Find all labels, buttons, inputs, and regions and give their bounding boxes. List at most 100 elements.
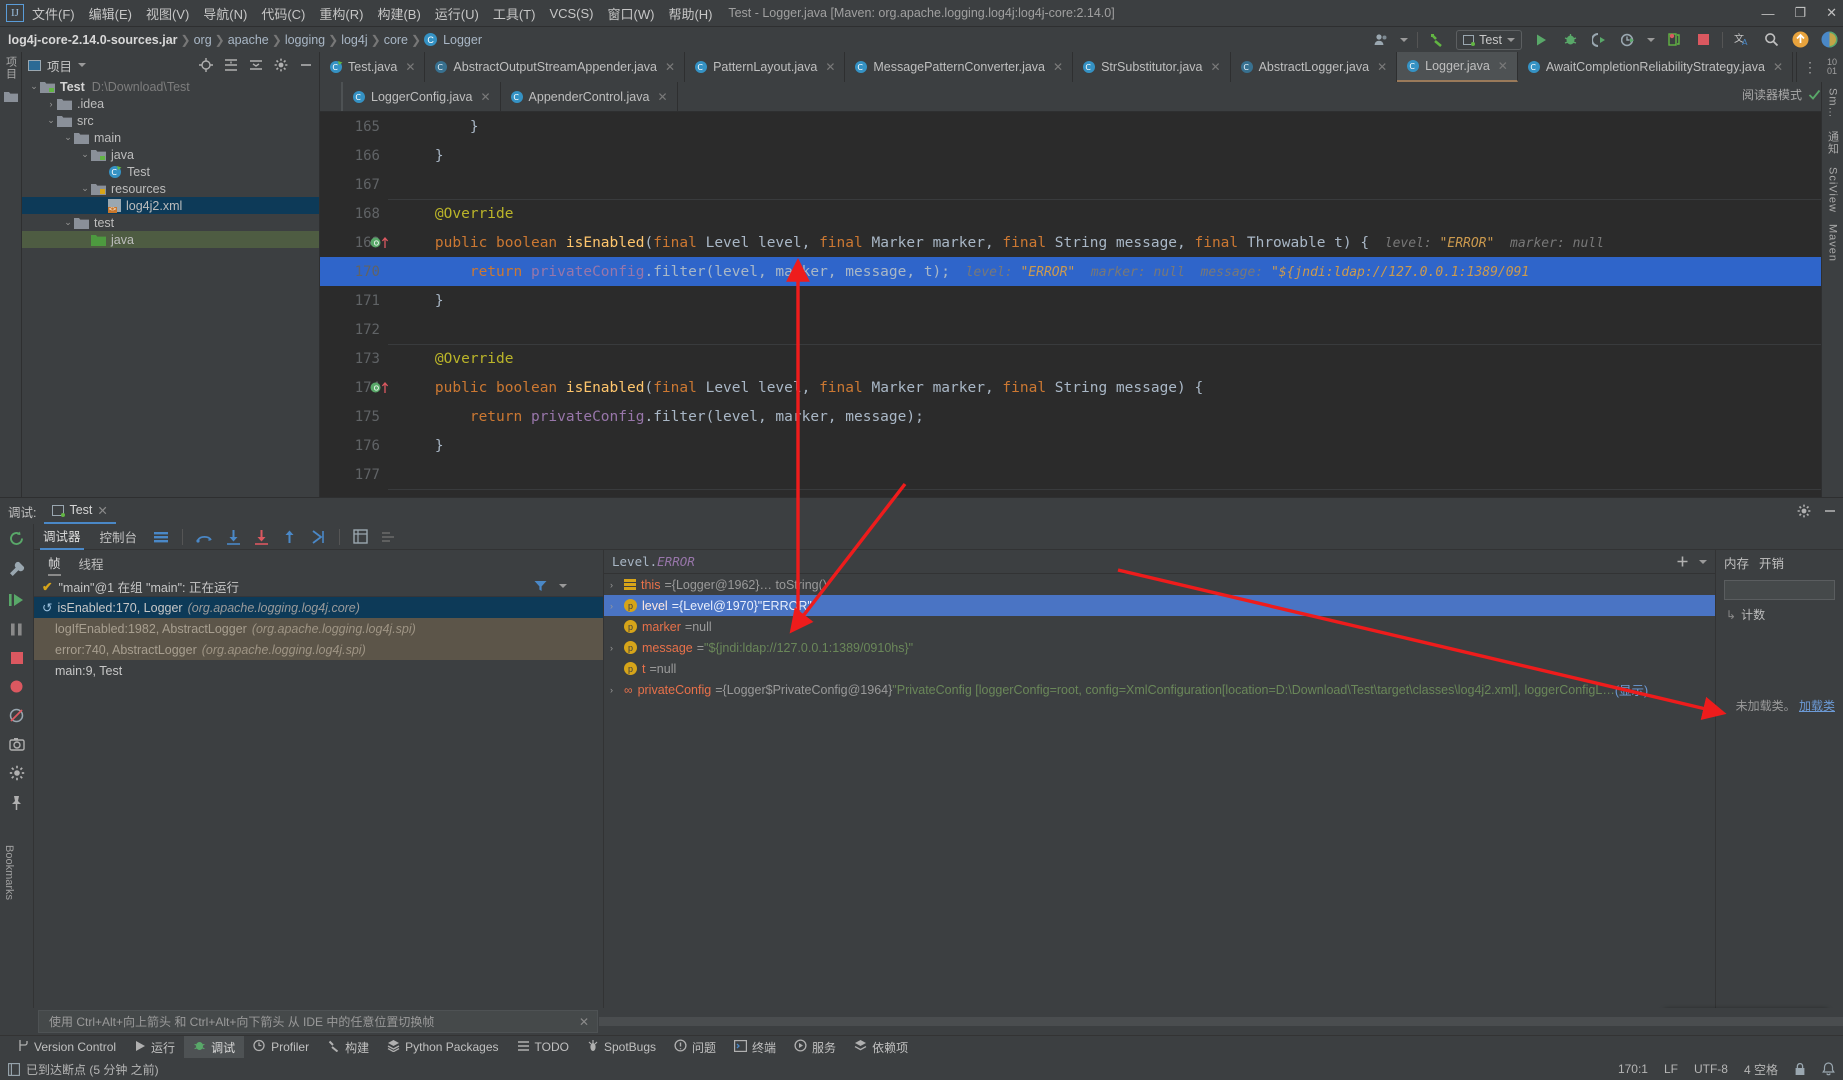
pin-icon[interactable] xyxy=(9,795,24,811)
mute-breakpoints-icon[interactable] xyxy=(381,530,396,544)
user-group-caret-icon[interactable] xyxy=(1400,37,1409,42)
tree-expand-arrow[interactable]: ⌄ xyxy=(28,81,40,92)
pause-icon[interactable] xyxy=(9,622,24,637)
close-icon[interactable]: ✕ xyxy=(657,90,667,104)
tree-expand-arrow[interactable]: › xyxy=(45,99,57,109)
breadcrumb-item-jar[interactable]: log4j-core-2.14.0-sources.jar xyxy=(8,33,178,47)
close-icon[interactable]: ✕ xyxy=(480,90,490,104)
line-number[interactable]: 166 xyxy=(320,148,388,164)
close-icon[interactable]: ✕ xyxy=(1498,59,1508,73)
code-line[interactable]: 167 xyxy=(320,170,1843,199)
stack-frame-row[interactable]: logIfEnabled:1982, AbstractLogger (org.ap… xyxy=(34,618,603,639)
lock-icon[interactable] xyxy=(1794,1062,1806,1076)
tab-overhead[interactable]: 开销 xyxy=(1759,553,1784,572)
coverage-run-icon[interactable] xyxy=(1589,30,1609,50)
override-marker-icon[interactable]: O xyxy=(370,381,389,394)
project-tree-node[interactable]: log4j2.xml xyxy=(22,197,319,214)
editor-tab[interactable]: C MessagePatternConverter.java ✕ xyxy=(845,52,1074,82)
debug-session-tab[interactable]: Test ✕ xyxy=(44,498,116,524)
project-tree-node[interactable]: ⌄ java xyxy=(22,146,319,163)
rail-sciview-label[interactable]: SciView xyxy=(1827,167,1839,213)
user-group-icon[interactable] xyxy=(1371,30,1391,50)
project-tree-node[interactable]: › .idea xyxy=(22,95,319,112)
notification-icon[interactable] xyxy=(1822,1062,1835,1076)
menu-item-window[interactable]: 窗口(W) xyxy=(608,4,655,23)
tool-window-button[interactable]: 调试 xyxy=(184,1035,245,1059)
line-separator[interactable]: LF xyxy=(1664,1062,1678,1076)
line-number[interactable]: 170 xyxy=(320,264,388,280)
force-step-into-icon[interactable] xyxy=(254,529,269,545)
variable-row[interactable]: p t = null xyxy=(604,658,1715,679)
line-number[interactable]: 165 xyxy=(320,119,388,135)
folder-icon[interactable] xyxy=(3,90,18,105)
editor-tab[interactable]: C AwaitCompletionReliabilityStrategy.java… xyxy=(1517,52,1793,82)
run-configuration-selector[interactable]: Test xyxy=(1456,29,1522,50)
tab-memory[interactable]: 内存 xyxy=(1724,553,1749,572)
tool-window-button[interactable]: 服务 xyxy=(785,1036,845,1059)
menu-item-edit[interactable]: 编辑(E) xyxy=(89,4,132,23)
project-tree-node[interactable]: ⌄ Test D:\Download\Test xyxy=(22,78,319,95)
rail-bookmarks-label[interactable]: Bookmarks xyxy=(3,845,15,900)
menu-item-view[interactable]: 视图(V) xyxy=(146,4,189,23)
close-button[interactable]: ✕ xyxy=(1826,5,1837,21)
file-encoding[interactable]: UTF-8 xyxy=(1694,1062,1728,1076)
step-over-icon[interactable] xyxy=(196,529,213,544)
rail-maven-label[interactable]: Maven xyxy=(1827,224,1839,262)
maximize-button[interactable]: ❐ xyxy=(1794,5,1806,21)
indent-size[interactable]: 4 空格 xyxy=(1744,1061,1778,1078)
tree-expand-arrow[interactable]: ⌄ xyxy=(79,183,91,194)
more-icon[interactable]: ⋮ xyxy=(1803,59,1819,76)
tab-debugger[interactable]: 调试器 xyxy=(40,524,84,550)
code-line[interactable]: 173 @Override xyxy=(320,344,1843,373)
resume-icon[interactable] xyxy=(8,592,25,608)
project-tree-node[interactable]: java xyxy=(22,231,319,248)
profiler-caret-icon[interactable] xyxy=(1647,37,1655,42)
project-tree-node[interactable]: ⌄ main xyxy=(22,129,319,146)
update-icon[interactable] xyxy=(1790,30,1810,50)
line-number[interactable]: 173 xyxy=(320,351,388,367)
code-line[interactable]: 175 return privateConfig.filter(level, m… xyxy=(320,402,1843,431)
run-icon[interactable] xyxy=(1531,30,1551,50)
code-line[interactable]: 166 } xyxy=(320,141,1843,170)
add-icon[interactable] xyxy=(1676,555,1689,568)
settings-wrench-icon[interactable] xyxy=(8,561,25,578)
editor-tab[interactable]: C Test.java ✕ xyxy=(320,52,426,82)
line-number[interactable]: 172 xyxy=(320,322,388,338)
project-tree-node[interactable]: ⌄ test xyxy=(22,214,319,231)
close-icon[interactable]: ✕ xyxy=(665,60,675,74)
editor-tab[interactable]: C StrSubstitutor.java ✕ xyxy=(1073,52,1231,82)
menu-item-build[interactable]: 构建(B) xyxy=(377,4,420,23)
attach-icon[interactable] xyxy=(1664,30,1684,50)
override-marker-icon[interactable]: O xyxy=(370,236,389,249)
menu-item-vcs[interactable]: VCS(S) xyxy=(549,6,593,21)
stop-icon[interactable] xyxy=(1693,30,1713,50)
tool-window-button[interactable]: 构建 xyxy=(318,1036,378,1059)
gear-icon[interactable] xyxy=(9,765,25,781)
code-line[interactable]: 174 O public boolean isEnabled(final Leve… xyxy=(320,373,1843,402)
hammer-icon[interactable] xyxy=(1427,30,1447,50)
debug-icon[interactable] xyxy=(1560,30,1580,50)
tool-window-button[interactable]: Profiler xyxy=(244,1036,318,1059)
minimize-button[interactable]: — xyxy=(1761,6,1774,21)
stack-frame-row[interactable]: error:740, AbstractLogger (org.apache.log… xyxy=(34,639,603,660)
editor-tab[interactable]: C PatternLayout.java ✕ xyxy=(685,52,846,82)
caret-position[interactable]: 170:1 xyxy=(1618,1062,1648,1076)
tree-expand-arrow[interactable]: › xyxy=(610,643,624,653)
chevron-down-icon[interactable] xyxy=(1699,559,1707,564)
tool-window-button[interactable]: 运行 xyxy=(125,1036,184,1059)
code-line[interactable]: 171 } xyxy=(320,286,1843,315)
breadcrumb-item-log4j[interactable]: log4j xyxy=(341,33,367,47)
camera-icon[interactable] xyxy=(8,737,25,751)
close-icon[interactable]: ✕ xyxy=(1377,60,1387,74)
close-icon[interactable]: ✕ xyxy=(579,1015,589,1029)
tool-window-button[interactable]: Python Packages xyxy=(378,1036,507,1059)
hide-icon[interactable] xyxy=(1823,504,1837,518)
profiler-icon[interactable] xyxy=(1618,30,1638,50)
close-icon[interactable]: ✕ xyxy=(1773,60,1783,74)
tree-expand-arrow[interactable]: ⌄ xyxy=(45,115,57,126)
memory-search[interactable] xyxy=(1724,580,1843,600)
editor-tabs-row-1[interactable]: C Test.java ✕ C AbstractOutputStreamAppender… xyxy=(320,52,1843,82)
tree-expand-arrow[interactable]: ⌄ xyxy=(79,149,91,160)
evaluate-icon[interactable] xyxy=(353,529,368,544)
rail-notifications-label[interactable]: Sm… xyxy=(1827,88,1839,119)
